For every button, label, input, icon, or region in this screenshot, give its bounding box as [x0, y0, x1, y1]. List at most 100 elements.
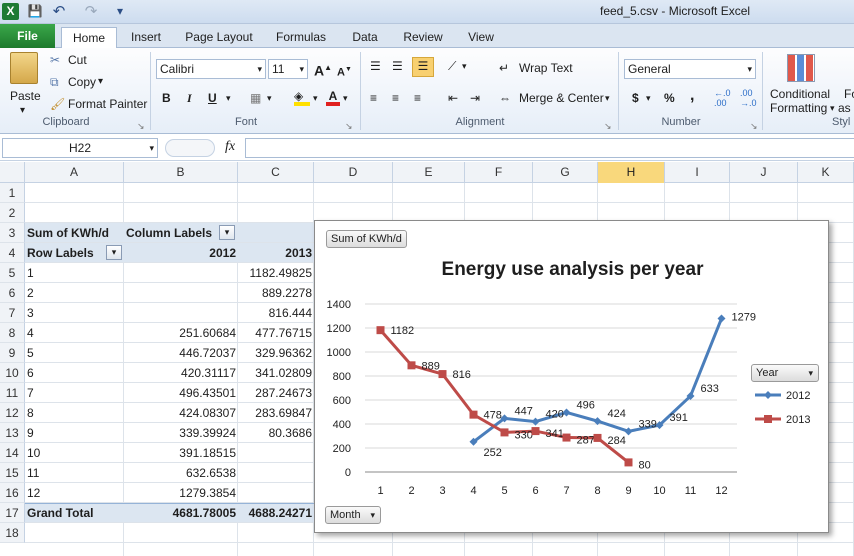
formula-bar-resizer[interactable] — [165, 139, 215, 157]
select-all-corner[interactable] — [0, 162, 25, 183]
wrap-text-button[interactable]: Wrap Text — [519, 60, 573, 76]
row-header-5[interactable]: 5 — [0, 263, 25, 283]
undo-icon[interactable]: ↶ — [50, 3, 68, 20]
pivot-row-label[interactable]: 10 — [27, 443, 122, 463]
font-size-select[interactable]: 11 ▾ — [268, 59, 308, 79]
align-top-icon[interactable]: ☰ — [370, 58, 381, 74]
pivot-value-2013[interactable] — [240, 463, 312, 483]
save-icon[interactable]: 💾 — [26, 3, 44, 20]
legend-field-button[interactable]: Year ▾ — [751, 364, 819, 382]
pivot-value-2013[interactable]: 816.444 — [240, 303, 312, 323]
pivot-col-2013[interactable]: 2013 — [240, 243, 312, 263]
pivot-value-2012[interactable]: 391.18515 — [126, 443, 236, 463]
column-header-g[interactable]: G — [533, 162, 598, 183]
italic-button[interactable]: I — [187, 90, 192, 106]
fill-color-icon[interactable]: ◈ — [294, 88, 310, 106]
orientation-dropdown-icon[interactable]: ▾ — [462, 58, 467, 74]
tab-data[interactable]: Data — [344, 27, 386, 48]
increase-decimal-icon[interactable]: ←.0.00 — [714, 88, 731, 108]
decrease-indent-icon[interactable]: ⇤ — [448, 90, 458, 106]
tab-review[interactable]: Review — [396, 27, 450, 48]
column-header-k[interactable]: K — [798, 162, 854, 183]
pivot-row-label[interactable]: 3 — [27, 303, 122, 323]
pivot-row-label[interactable]: 9 — [27, 423, 122, 443]
font-color-dropdown-icon[interactable]: ▾ — [343, 90, 348, 106]
row-header-16[interactable]: 16 — [0, 483, 25, 503]
format-painter-button[interactable]: Format Painter — [68, 96, 147, 112]
row-header-13[interactable]: 13 — [0, 423, 25, 443]
bold-button[interactable]: B — [162, 90, 171, 106]
paste-dropdown-icon[interactable]: ▾ — [20, 103, 25, 119]
pivot-col-2012[interactable]: 2012 — [126, 243, 236, 263]
underline-dropdown-icon[interactable]: ▾ — [226, 90, 231, 106]
wrap-text-icon[interactable]: ↵ — [499, 60, 509, 76]
font-name-select[interactable]: Calibri ▾ — [156, 59, 266, 79]
pivot-value-2012[interactable] — [126, 303, 236, 323]
name-box[interactable]: H22 ▾ — [2, 138, 158, 158]
row-header-9[interactable]: 9 — [0, 343, 25, 363]
tab-formulas[interactable]: Formulas — [270, 27, 332, 48]
pivot-value-2012[interactable] — [126, 263, 236, 283]
tab-insert[interactable]: Insert — [122, 27, 170, 48]
pivot-value-2013[interactable]: 889.2278 — [240, 283, 312, 303]
pivot-row-label[interactable]: 2 — [27, 283, 122, 303]
row-header-7[interactable]: 7 — [0, 303, 25, 323]
pivot-row-label[interactable]: 11 — [27, 463, 122, 483]
pivot-row-label[interactable]: 5 — [27, 343, 122, 363]
tab-file[interactable]: File — [0, 24, 55, 48]
conditional-formatting-icon[interactable] — [787, 54, 815, 82]
pivot-value-2013[interactable]: 283.69847 — [240, 403, 312, 423]
percent-button[interactable]: % — [664, 90, 675, 106]
merge-dropdown-icon[interactable]: ▾ — [605, 90, 610, 106]
tab-home[interactable]: Home — [61, 27, 117, 49]
cut-button[interactable]: Cut — [68, 52, 87, 68]
copy-button[interactable]: Copy — [68, 74, 96, 90]
borders-dropdown-icon[interactable]: ▾ — [267, 90, 272, 106]
column-header-a[interactable]: A — [25, 162, 124, 183]
pivot-row-label[interactable]: 4 — [27, 323, 122, 343]
insert-function-icon[interactable]: fx — [225, 139, 235, 155]
conditional-formatting-button-line2[interactable]: Formatting — [770, 100, 827, 116]
pivot-value-2013[interactable] — [240, 483, 312, 503]
currency-dropdown-icon[interactable]: ▾ — [646, 90, 651, 106]
row-header-6[interactable]: 6 — [0, 283, 25, 303]
pivot-value-2012[interactable]: 339.39924 — [126, 423, 236, 443]
font-color-icon[interactable]: A — [326, 88, 340, 106]
pivot-value-2013[interactable]: 80.3686 — [240, 423, 312, 443]
pivot-value-2012[interactable]: 420.31117 — [126, 363, 236, 383]
grow-font-icon[interactable]: A▲ — [314, 60, 332, 79]
row-header-3[interactable]: 3 — [0, 223, 25, 243]
row-header-15[interactable]: 15 — [0, 463, 25, 483]
clipboard-launcher-icon[interactable]: ↘ — [137, 118, 145, 134]
shrink-font-icon[interactable]: A▼ — [337, 62, 352, 81]
align-left-icon[interactable]: ≡ — [370, 90, 377, 106]
align-center-icon[interactable]: ≡ — [392, 90, 399, 106]
align-right-icon[interactable]: ≡ — [414, 90, 421, 106]
currency-button[interactable]: $ — [632, 90, 639, 106]
pivot-row-label[interactable]: 1 — [27, 263, 122, 283]
align-bottom-icon[interactable]: ☰ — [412, 57, 434, 77]
number-launcher-icon[interactable]: ↘ — [750, 118, 758, 134]
copy-dropdown-icon[interactable]: ▾ — [98, 74, 103, 90]
underline-button[interactable]: U — [208, 90, 217, 106]
copy-icon[interactable]: ⧉ — [50, 74, 59, 90]
axis-field-button[interactable]: Month ▾ — [325, 506, 381, 524]
pivot-row-label[interactable]: 8 — [27, 403, 122, 423]
increase-indent-icon[interactable]: ⇥ — [470, 90, 480, 106]
column-header-h[interactable]: H — [598, 162, 665, 183]
column-header-j[interactable]: J — [730, 162, 798, 183]
row-header-1[interactable]: 1 — [0, 183, 25, 203]
font-launcher-icon[interactable]: ↘ — [345, 118, 353, 134]
conditional-dropdown-icon[interactable]: ▾ — [830, 100, 835, 116]
column-header-c[interactable]: C — [238, 162, 314, 183]
pivot-value-2013[interactable]: 1182.49825 — [240, 263, 312, 283]
redo-icon[interactable]: ↷ — [82, 3, 100, 20]
row-header-4[interactable]: 4 — [0, 243, 25, 263]
fill-color-dropdown-icon[interactable]: ▾ — [313, 90, 318, 106]
grand-total-2012[interactable]: 4681.78005 — [126, 503, 236, 523]
row-header-14[interactable]: 14 — [0, 443, 25, 463]
row-header-12[interactable]: 12 — [0, 403, 25, 423]
column-header-d[interactable]: D — [314, 162, 393, 183]
column-labels-filter-button[interactable]: ▾ — [219, 225, 235, 240]
grand-total-label[interactable]: Grand Total — [27, 503, 122, 523]
